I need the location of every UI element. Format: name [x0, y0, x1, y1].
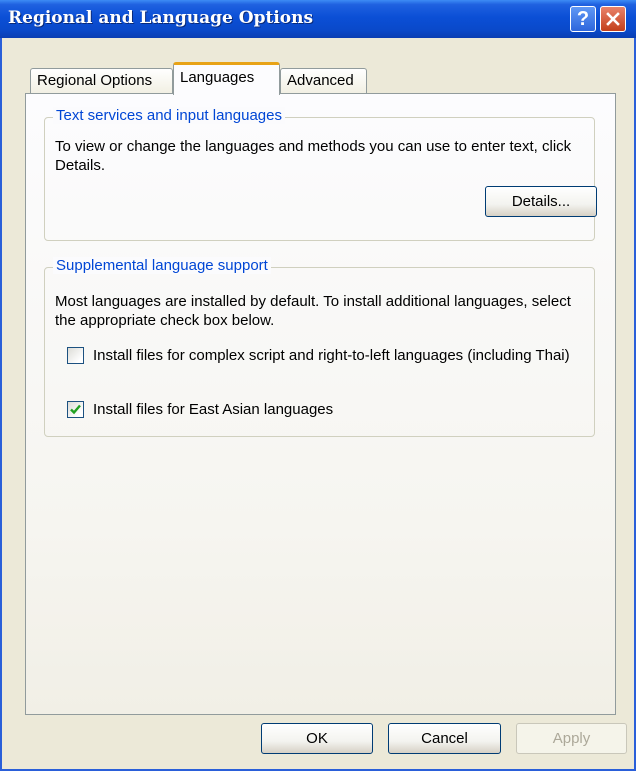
east-asian-checkbox[interactable] [67, 401, 84, 418]
east-asian-label: Install files for East Asian languages [93, 401, 334, 418]
tab-advanced[interactable]: Advanced [280, 68, 367, 94]
text-services-group: Text services and input languages To vie… [44, 107, 597, 241]
complex-script-label: Install files for complex script and rig… [93, 347, 570, 364]
ok-button[interactable]: OK [261, 723, 373, 754]
text-services-description: To view or change the languages and meth… [55, 138, 572, 174]
window-title: Regional and Language Options [8, 8, 314, 28]
complex-script-checkbox[interactable] [67, 347, 84, 364]
text-services-legend: Text services and input languages [53, 107, 285, 124]
help-button[interactable]: ? [570, 6, 596, 32]
languages-tab-panel: Text services and input languages To vie… [25, 93, 616, 715]
cancel-button[interactable]: Cancel [388, 723, 501, 754]
tab-languages[interactable]: Languages [173, 62, 280, 95]
apply-button[interactable]: Apply [516, 723, 627, 754]
details-button[interactable]: Details... [485, 186, 597, 217]
supplemental-description: Most languages are installed by default.… [55, 293, 571, 329]
close-button[interactable] [600, 6, 626, 32]
checkmark-icon [70, 404, 81, 415]
dialog-window: Regional and Language Options ? Regional… [0, 0, 636, 771]
close-icon [606, 12, 620, 26]
supplemental-language-group: Supplemental language support Most langu… [44, 257, 595, 437]
title-bar[interactable]: Regional and Language Options ? [0, 0, 636, 38]
question-mark-icon: ? [576, 8, 590, 30]
tab-regional-options[interactable]: Regional Options [30, 68, 173, 94]
supplemental-legend: Supplemental language support [53, 257, 271, 274]
